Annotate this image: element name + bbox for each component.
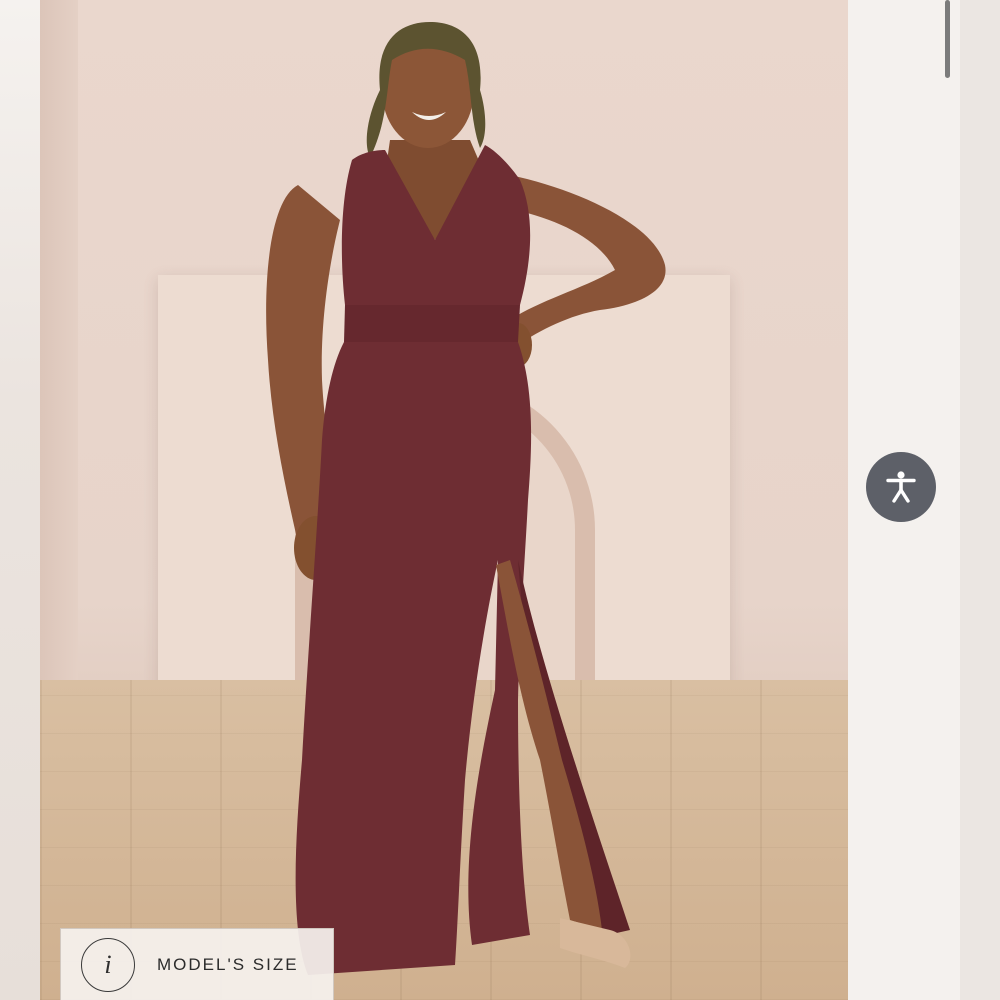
accessibility-button[interactable] [866, 452, 936, 522]
left-page-edge [0, 0, 40, 1000]
accessibility-person-icon [886, 471, 916, 503]
rail-edge [960, 0, 1000, 1000]
model-size-badge[interactable]: i MODEL'S SIZE [60, 928, 334, 1000]
scrollbar-thumb[interactable] [945, 0, 950, 78]
model-in-dress [266, 22, 666, 975]
model-size-label: MODEL'S SIZE [157, 955, 299, 974]
product-photo[interactable]: i MODEL'S SIZE [40, 0, 848, 1000]
info-icon: i [81, 938, 135, 992]
